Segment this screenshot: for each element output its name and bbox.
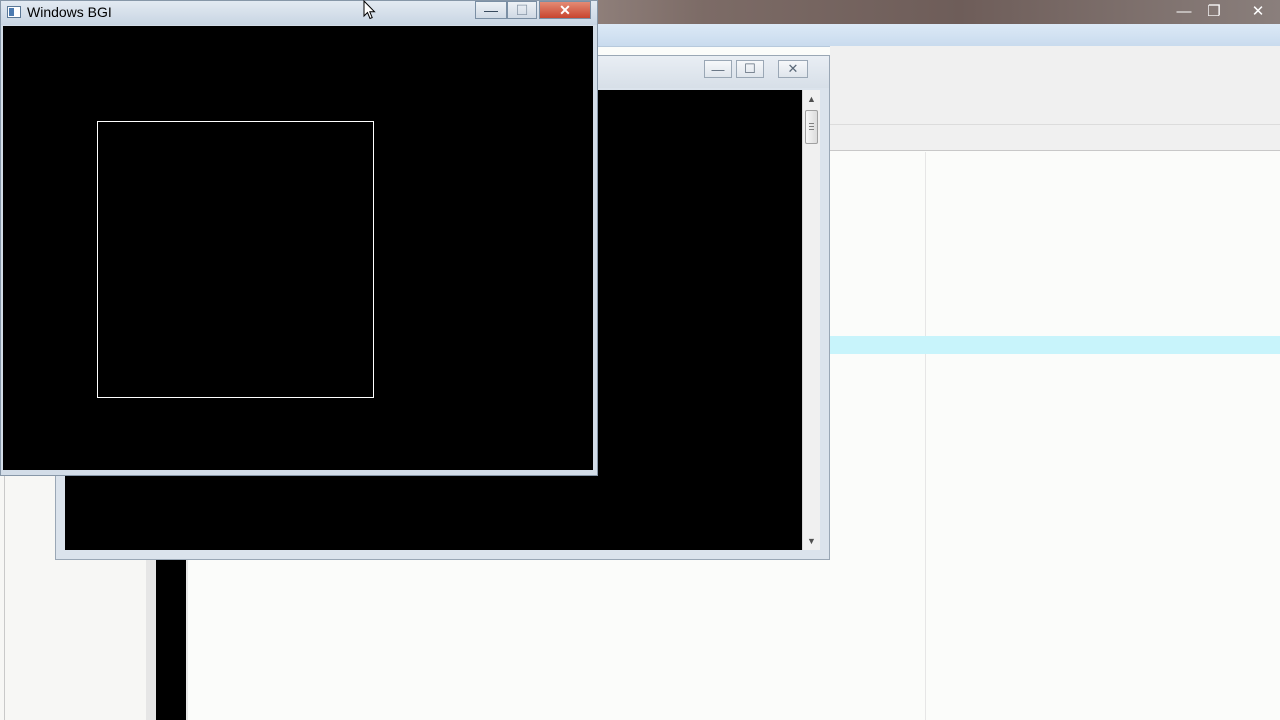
- ide-gutter-divider: [925, 152, 926, 720]
- console-maximize-button[interactable]: ☐: [736, 60, 764, 78]
- grip-line: [809, 129, 814, 130]
- bgi-window: Windows BGI — ☐ ✕: [0, 0, 598, 476]
- scroll-up-arrow-icon[interactable]: ▲: [803, 90, 820, 107]
- app-window-icon-pane: [9, 8, 14, 16]
- ide-restore-button[interactable]: ❐: [1196, 0, 1232, 22]
- console-minimize-button[interactable]: —: [704, 60, 732, 78]
- ide-code-editor[interactable]: [830, 152, 1280, 720]
- ide-close-button[interactable]: ✕: [1240, 0, 1276, 22]
- bgi-minimize-button[interactable]: —: [475, 1, 507, 19]
- bgi-maximize-button[interactable]: ☐: [507, 1, 537, 19]
- ide-black-strip: [156, 556, 186, 720]
- console-vertical-scrollbar[interactable]: ▲ ▼: [802, 90, 820, 550]
- console-close-button[interactable]: ✕: [778, 60, 808, 78]
- current-line-highlight: [820, 336, 1280, 354]
- bgi-close-button[interactable]: ✕: [539, 1, 591, 19]
- app-window-icon: [7, 6, 21, 18]
- bgi-graphics-canvas[interactable]: [3, 26, 593, 470]
- ide-panel-divider: [830, 124, 1280, 125]
- scrollbar-thumb[interactable]: [805, 110, 818, 144]
- mouse-pointer-icon: [363, 0, 376, 20]
- grip-line: [809, 126, 814, 127]
- ide-panel-header: [830, 46, 1280, 151]
- ide-left-panel-border: [4, 470, 5, 720]
- bgi-window-title: Windows BGI: [27, 4, 112, 20]
- scroll-down-arrow-icon[interactable]: ▼: [803, 532, 820, 549]
- drawn-rectangle: [97, 121, 374, 398]
- grip-line: [809, 123, 814, 124]
